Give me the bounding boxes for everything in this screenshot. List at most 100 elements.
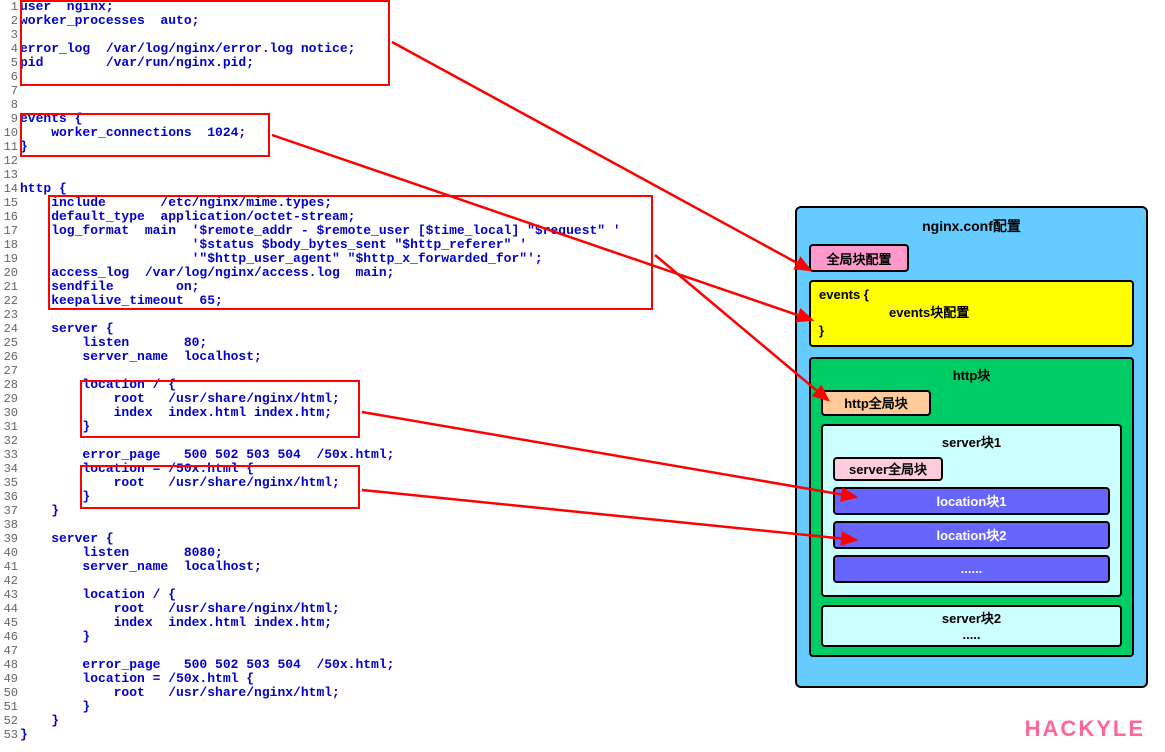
code-line: 12 bbox=[0, 154, 800, 168]
block-http: http块 http全局块 server块1 server全局块 locatio… bbox=[809, 357, 1134, 657]
code-text: log_format main '$remote_addr - $remote_… bbox=[20, 224, 621, 238]
block-location-more: ...... bbox=[833, 555, 1110, 583]
block-events: events { events块配置 } bbox=[809, 280, 1134, 347]
line-number: 30 bbox=[0, 406, 20, 420]
line-number: 2 bbox=[0, 14, 20, 28]
code-line: 40 listen 8080; bbox=[0, 546, 800, 560]
line-number: 18 bbox=[0, 238, 20, 252]
block-location2: location块2 bbox=[833, 521, 1110, 549]
code-text: } bbox=[20, 490, 90, 504]
line-number: 51 bbox=[0, 700, 20, 714]
code-text: root /usr/share/nginx/html; bbox=[20, 686, 340, 700]
line-number: 14 bbox=[0, 182, 20, 196]
code-text: } bbox=[20, 140, 28, 154]
code-line: 51 } bbox=[0, 700, 800, 714]
line-number: 26 bbox=[0, 350, 20, 364]
server2-title: server块2 bbox=[827, 611, 1116, 628]
watermark: HACKYLE bbox=[1025, 716, 1145, 742]
code-text: error_page 500 502 503 504 /50x.html; bbox=[20, 658, 394, 672]
code-line: 25 listen 80; bbox=[0, 336, 800, 350]
code-text: events { bbox=[20, 112, 82, 126]
line-number: 22 bbox=[0, 294, 20, 308]
code-text: include /etc/nginx/mime.types; bbox=[20, 196, 332, 210]
code-line: 42 bbox=[0, 574, 800, 588]
line-number: 27 bbox=[0, 364, 20, 378]
code-text: location = /50x.html { bbox=[20, 672, 254, 686]
code-text: http { bbox=[20, 182, 67, 196]
line-number: 40 bbox=[0, 546, 20, 560]
line-number: 47 bbox=[0, 644, 20, 658]
line-number: 34 bbox=[0, 462, 20, 476]
line-number: 13 bbox=[0, 168, 20, 182]
code-text: server { bbox=[20, 322, 114, 336]
events-label: events块配置 bbox=[819, 304, 1124, 322]
line-number: 33 bbox=[0, 448, 20, 462]
line-number: 36 bbox=[0, 490, 20, 504]
code-line: 23 bbox=[0, 308, 800, 322]
code-line: 48 error_page 500 502 503 504 /50x.html; bbox=[0, 658, 800, 672]
code-text: server { bbox=[20, 532, 114, 546]
code-line: 33 error_page 500 502 503 504 /50x.html; bbox=[0, 448, 800, 462]
code-line: 17 log_format main '$remote_addr - $remo… bbox=[0, 224, 800, 238]
code-text: server_name localhost; bbox=[20, 350, 262, 364]
code-text: worker_processes auto; bbox=[20, 14, 199, 28]
code-line: 13 bbox=[0, 168, 800, 182]
code-line: 53} bbox=[0, 728, 800, 742]
code-line: 34 location = /50x.html { bbox=[0, 462, 800, 476]
code-line: 10 worker_connections 1024; bbox=[0, 126, 800, 140]
code-text: default_type application/octet-stream; bbox=[20, 210, 355, 224]
code-line: 8 bbox=[0, 98, 800, 112]
code-text: } bbox=[20, 700, 90, 714]
code-text: location = /50x.html { bbox=[20, 462, 254, 476]
code-editor: 1user nginx;2worker_processes auto;34err… bbox=[0, 0, 800, 742]
code-line: 27 bbox=[0, 364, 800, 378]
line-number: 21 bbox=[0, 280, 20, 294]
line-number: 29 bbox=[0, 392, 20, 406]
code-text: worker_connections 1024; bbox=[20, 126, 246, 140]
code-text: } bbox=[20, 630, 90, 644]
code-text: server_name localhost; bbox=[20, 560, 262, 574]
code-text: listen 80; bbox=[20, 336, 207, 350]
code-line: 31 } bbox=[0, 420, 800, 434]
line-number: 44 bbox=[0, 602, 20, 616]
code-line: 50 root /usr/share/nginx/html; bbox=[0, 686, 800, 700]
code-text: pid /var/run/nginx.pid; bbox=[20, 56, 254, 70]
line-number: 37 bbox=[0, 504, 20, 518]
line-number: 11 bbox=[0, 140, 20, 154]
line-number: 35 bbox=[0, 476, 20, 490]
code-line: 7 bbox=[0, 84, 800, 98]
code-line: 37 } bbox=[0, 504, 800, 518]
line-number: 39 bbox=[0, 532, 20, 546]
line-number: 16 bbox=[0, 210, 20, 224]
code-line: 2worker_processes auto; bbox=[0, 14, 800, 28]
code-text: root /usr/share/nginx/html; bbox=[20, 392, 340, 406]
code-line: 32 bbox=[0, 434, 800, 448]
code-text: access_log /var/log/nginx/access.log mai… bbox=[20, 266, 394, 280]
line-number: 12 bbox=[0, 154, 20, 168]
code-text: '"$http_user_agent" "$http_x_forwarded_f… bbox=[20, 252, 543, 266]
code-line: 21 sendfile on; bbox=[0, 280, 800, 294]
code-text: location / { bbox=[20, 378, 176, 392]
line-number: 46 bbox=[0, 630, 20, 644]
code-text: location / { bbox=[20, 588, 176, 602]
code-line: 20 access_log /var/log/nginx/access.log … bbox=[0, 266, 800, 280]
server1-title: server块1 bbox=[829, 432, 1114, 451]
code-text: sendfile on; bbox=[20, 280, 199, 294]
code-line: 5pid /var/run/nginx.pid; bbox=[0, 56, 800, 70]
code-text: '$status $body_bytes_sent "$http_referer… bbox=[20, 238, 527, 252]
code-text: keepalive_timeout 65; bbox=[20, 294, 223, 308]
line-number: 24 bbox=[0, 322, 20, 336]
code-text: index index.html index.htm; bbox=[20, 616, 332, 630]
code-text: error_page 500 502 503 504 /50x.html; bbox=[20, 448, 394, 462]
line-number: 31 bbox=[0, 420, 20, 434]
code-line: 18 '$status $body_bytes_sent "$http_refe… bbox=[0, 238, 800, 252]
line-number: 43 bbox=[0, 588, 20, 602]
code-line: 14http { bbox=[0, 182, 800, 196]
code-line: 28 location / { bbox=[0, 378, 800, 392]
code-line: 6 bbox=[0, 70, 800, 84]
line-number: 10 bbox=[0, 126, 20, 140]
code-text: user nginx; bbox=[20, 0, 114, 14]
line-number: 6 bbox=[0, 70, 20, 84]
diagram-title: nginx.conf配置 bbox=[805, 216, 1138, 236]
line-number: 50 bbox=[0, 686, 20, 700]
